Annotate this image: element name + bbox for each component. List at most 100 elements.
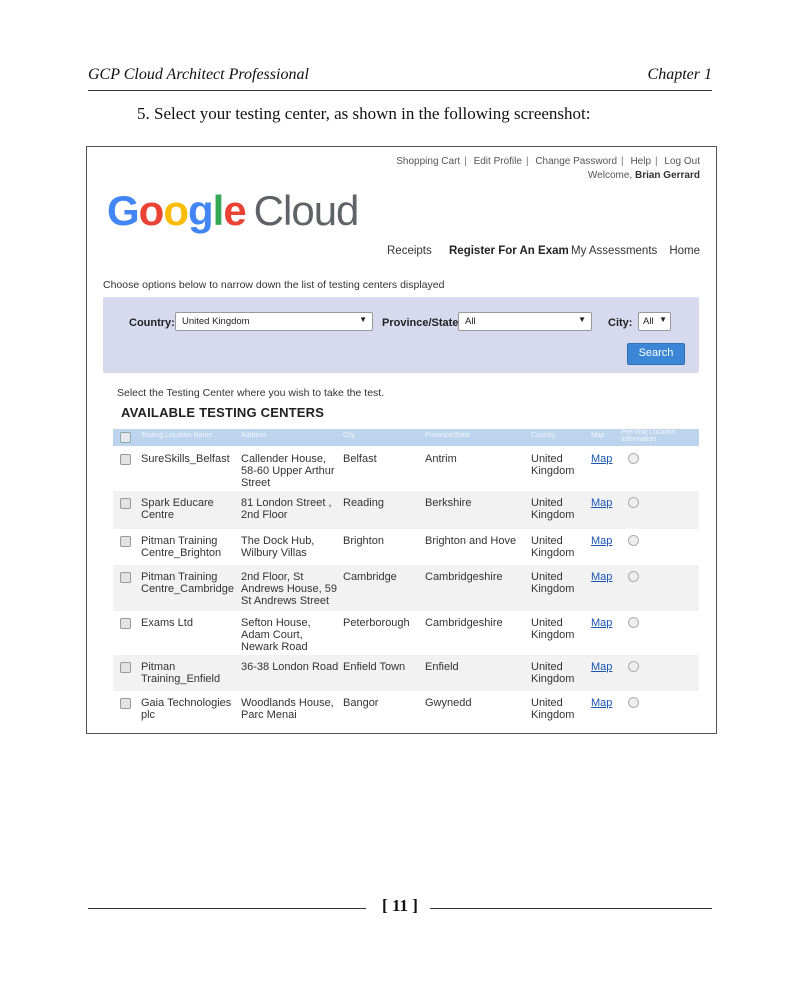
map-link[interactable]: Map — [591, 571, 612, 583]
map-link[interactable]: Map — [591, 617, 612, 629]
row-radio[interactable] — [628, 617, 639, 628]
cell-city: Belfast — [343, 453, 377, 465]
cell-address: 81 London Street , 2nd Floor — [241, 497, 332, 521]
col-province: Province/State — [425, 432, 471, 439]
map-link[interactable]: Map — [591, 497, 612, 509]
col-country: Country — [531, 432, 556, 439]
cell-country: United Kingdom — [531, 535, 575, 559]
table-row: Gaia Technologies plc Woodlands House, P… — [113, 691, 699, 727]
table-header: Testing Location Name Address City Provi… — [113, 429, 699, 446]
select-all-checkbox[interactable] — [120, 432, 131, 443]
cell-name: Pitman Training_Enfield — [141, 661, 221, 685]
page-footer: [ 11 ] — [88, 896, 712, 920]
chevron-down-icon: ▼ — [659, 315, 667, 324]
top-links: Shopping Cart | Edit Profile | Change Pass… — [396, 156, 700, 181]
cell-country: United Kingdom — [531, 453, 575, 477]
cell-name: SureSkills_Belfast — [141, 453, 230, 465]
cell-name: Pitman Training Centre_Brighton — [141, 535, 222, 559]
cell-address: 36-38 London Road — [241, 661, 339, 673]
cell-city: Brighton — [343, 535, 384, 547]
row-radio[interactable] — [628, 571, 639, 582]
narrow-instructions: Choose options below to narrow down the … — [103, 279, 445, 291]
book-title: GCP Cloud Architect Professional — [88, 66, 309, 83]
edit-profile-link[interactable]: Edit Profile — [474, 156, 522, 167]
row-radio[interactable] — [628, 697, 639, 708]
row-checkbox[interactable] — [120, 572, 131, 583]
row-checkbox[interactable] — [120, 618, 131, 629]
step-instruction: 5. Select your testing center, as shown … — [137, 104, 591, 123]
map-link[interactable]: Map — [591, 661, 612, 673]
row-radio[interactable] — [628, 661, 639, 672]
city-label: City: — [608, 317, 633, 329]
footer-rule-right — [430, 908, 712, 909]
col-address: Address — [241, 432, 267, 439]
page-number: [ 11 ] — [382, 896, 418, 915]
cell-country: United Kingdom — [531, 697, 575, 721]
page-header: GCP Cloud Architect Professional Chapter… — [88, 62, 712, 91]
table-row: SureSkills_Belfast Callender House, 58-6… — [113, 447, 699, 491]
col-name: Testing Location Name — [141, 432, 213, 439]
cell-name: Exams Ltd — [141, 617, 193, 629]
map-link[interactable]: Map — [591, 697, 612, 709]
table-row: Pitman Training Centre_Brighton The Dock… — [113, 529, 699, 565]
chevron-down-icon: ▼ — [578, 315, 586, 324]
province-label: Province/State: — [382, 317, 463, 329]
search-button[interactable]: Search — [627, 343, 685, 365]
map-link[interactable]: Map — [591, 535, 612, 547]
cell-province: Antrim — [425, 453, 457, 465]
row-checkbox[interactable] — [120, 698, 131, 709]
nav-register-for-an-exam[interactable]: Register For An Exam — [449, 245, 569, 257]
change-password-link[interactable]: Change Password — [535, 156, 617, 167]
cell-address: Callender House, 58-60 Upper Arthur Stre… — [241, 453, 335, 489]
city-select[interactable]: All ▼ — [638, 312, 671, 331]
table-row: Exams Ltd Sefton House, Adam Court, Newa… — [113, 611, 699, 655]
province-select[interactable]: All ▼ — [458, 312, 592, 331]
table-row: Pitman Training_Enfield 36-38 London Roa… — [113, 655, 699, 691]
cell-city: Enfield Town — [343, 661, 406, 673]
cell-country: United Kingdom — [531, 497, 575, 521]
table-row: Pitman Training Centre_Cambridge 2nd Flo… — [113, 565, 699, 611]
cell-city: Bangor — [343, 697, 379, 709]
google-cloud-logo: Google Cloud — [107, 187, 359, 234]
country-label: Country: — [129, 317, 175, 329]
country-select[interactable]: United Kingdom ▼ — [175, 312, 373, 331]
nav-receipts[interactable]: Receipts — [387, 245, 432, 257]
cell-country: United Kingdom — [531, 571, 575, 595]
row-checkbox[interactable] — [120, 454, 131, 465]
row-radio[interactable] — [628, 497, 639, 508]
filter-panel: Country: United Kingdom ▼ Province/State… — [103, 297, 699, 373]
shopping-cart-link[interactable]: Shopping Cart — [396, 156, 460, 167]
chapter-label: Chapter 1 — [647, 66, 712, 83]
cell-province: Brighton and Hove — [425, 535, 517, 547]
select-instructions: Select the Testing Center where you wish… — [117, 387, 385, 399]
cell-province: Cambridgeshire — [425, 617, 503, 629]
cell-country: United Kingdom — [531, 661, 575, 685]
cell-city: Peterborough — [343, 617, 410, 629]
cell-address: Sefton House, Adam Court, Newark Road — [241, 617, 311, 653]
cell-name: Gaia Technologies plc — [141, 697, 232, 721]
chevron-down-icon: ▼ — [359, 315, 367, 324]
help-link[interactable]: Help — [630, 156, 651, 167]
map-link[interactable]: Map — [591, 453, 612, 465]
cell-country: United Kingdom — [531, 617, 575, 641]
cell-address: Woodlands House, Parc Menai — [241, 697, 334, 721]
available-centers-title: AVAILABLE TESTING CENTERS — [121, 405, 325, 420]
nav-my-assessments[interactable]: My Assessments — [571, 245, 657, 257]
nav-home[interactable]: Home — [669, 245, 700, 257]
row-checkbox[interactable] — [120, 662, 131, 673]
col-map: Map — [591, 432, 605, 439]
row-checkbox[interactable] — [120, 498, 131, 509]
cell-name: Spark Educare Centre — [141, 497, 214, 521]
welcome-message: Welcome, Brian Gerrard — [587, 170, 700, 181]
cell-province: Enfield — [425, 661, 459, 673]
cell-name: Pitman Training Centre_Cambridge — [141, 571, 234, 595]
col-city: City — [343, 432, 356, 439]
row-radio[interactable] — [628, 453, 639, 464]
screenshot-frame: Shopping Cart | Edit Profile | Change Pass… — [86, 146, 717, 734]
row-checkbox[interactable] — [120, 536, 131, 547]
cell-address: The Dock Hub, Wilbury Villas — [241, 535, 315, 559]
cell-province: Gwynedd — [425, 697, 472, 709]
col-pre-visit: Pre-Visit Location Information — [621, 429, 676, 443]
log-out-link[interactable]: Log Out — [664, 156, 700, 167]
row-radio[interactable] — [628, 535, 639, 546]
